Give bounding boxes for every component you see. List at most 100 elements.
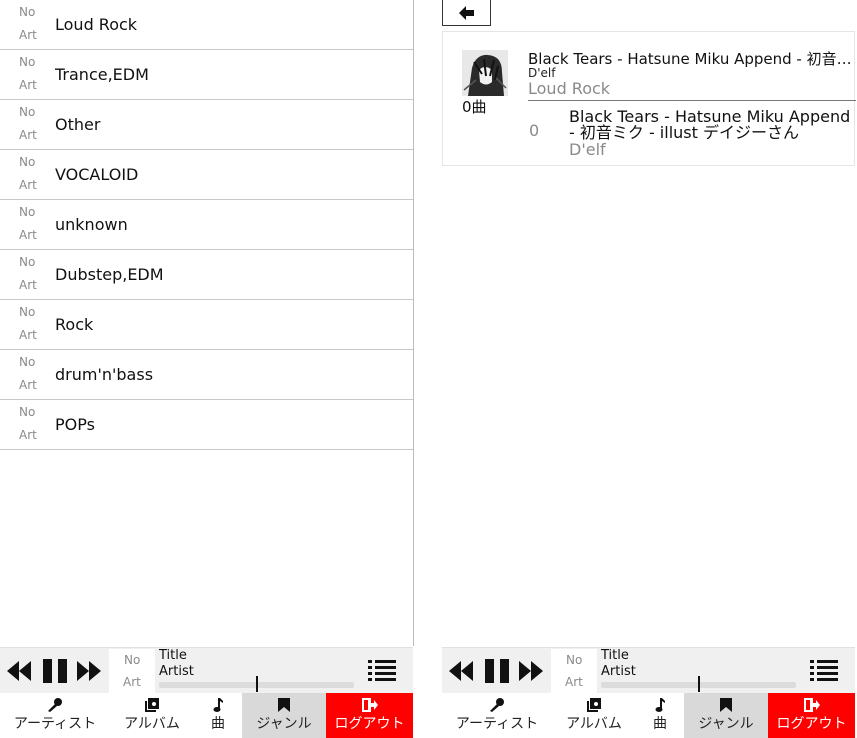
pause-button[interactable] [42, 648, 68, 694]
nav-logout-label: ログアウト [334, 716, 405, 732]
fast-forward-button[interactable] [518, 648, 544, 694]
genre-label: Trance,EDM [55, 65, 149, 84]
no-art-art: Art [19, 78, 37, 92]
genre-row[interactable]: No Art Other [0, 100, 413, 150]
genre-row[interactable]: No Art Rock [0, 300, 413, 350]
bookmark-icon [720, 698, 732, 712]
genre-row[interactable]: No Art Loud Rock [0, 0, 413, 50]
genre-row[interactable]: No Art unknown [0, 200, 413, 250]
nav-genre[interactable]: ジャンル [242, 693, 326, 738]
nav-artist[interactable]: アーティスト [442, 693, 552, 738]
rewind-button[interactable] [6, 648, 32, 694]
no-art-placeholder: No Art [0, 0, 55, 49]
fast-forward-button[interactable] [76, 648, 102, 694]
rewind-icon [449, 661, 473, 681]
music-note-icon [213, 698, 223, 712]
bottom-nav: アーティスト アルバム 曲 ジャンル ログアウト [0, 693, 413, 738]
no-art-no: No [19, 205, 36, 219]
nav-song[interactable]: 曲 [636, 693, 684, 738]
genre-row[interactable]: No Art POPs [0, 400, 413, 450]
no-art-art: Art [19, 178, 37, 192]
no-art-art: Art [19, 128, 37, 142]
player-title: Title [601, 648, 629, 663]
no-art-no: No [19, 255, 36, 269]
nav-song-label: 曲 [211, 716, 225, 732]
rewind-button[interactable] [448, 648, 474, 694]
no-art-placeholder: No Art [0, 50, 55, 99]
genre-label: VOCALOID [55, 165, 139, 184]
no-art-no: No [19, 5, 36, 19]
playlist-button[interactable] [367, 648, 397, 694]
no-art-placeholder: No Art [0, 200, 55, 249]
player-artist: Artist [601, 664, 636, 679]
track-number: 0 [529, 121, 540, 140]
nav-genre-label: ジャンル [698, 716, 754, 732]
nav-logout[interactable]: ログアウト [768, 693, 855, 738]
no-art-placeholder: No Art [0, 400, 55, 449]
genre-row[interactable]: No Art Trance,EDM [0, 50, 413, 100]
album-genre: Loud Rock [528, 79, 611, 98]
nav-genre[interactable]: ジャンル [684, 693, 768, 738]
no-art-art: Art [19, 28, 37, 42]
no-art-art: Art [19, 278, 37, 292]
player-bar: No Art Title Artist [0, 647, 413, 693]
genre-label: Other [55, 115, 101, 134]
genre-row[interactable]: No Art Dubstep,EDM [0, 250, 413, 300]
genre-row[interactable]: No Art drum'n'bass [0, 350, 413, 400]
fast-forward-icon [519, 661, 543, 681]
rewind-icon [7, 661, 31, 681]
microphone-icon [490, 698, 504, 712]
fast-forward-icon [77, 661, 101, 681]
no-art-art: Art [19, 228, 37, 242]
album-divider [528, 100, 856, 101]
genre-label: Dubstep,EDM [55, 265, 164, 284]
microphone-icon [48, 698, 62, 712]
no-art-no: No [19, 105, 36, 119]
no-art-placeholder: No Art [0, 300, 55, 349]
track-title: Black Tears - Hatsune Miku Append - 初音ミク… [569, 107, 851, 142]
nav-artist-label: アーティスト [455, 716, 539, 732]
genre-label: drum'n'bass [55, 365, 154, 384]
pause-button[interactable] [484, 648, 510, 694]
bottom-nav: アーティスト アルバム 曲 ジャンル ログアウト [442, 693, 855, 738]
nav-artist[interactable]: アーティスト [0, 693, 110, 738]
no-art-art: Art [123, 675, 141, 689]
album-card[interactable]: 0曲 Black Tears - Hatsune Miku Append - 初… [442, 31, 857, 166]
nav-logout-label: ログアウト [776, 716, 847, 732]
nav-song[interactable]: 曲 [194, 693, 242, 738]
playlist-button[interactable] [809, 648, 839, 694]
music-note-icon [655, 698, 665, 712]
track-artist: D'elf [569, 140, 606, 159]
no-art-placeholder: No Art [0, 250, 55, 299]
no-art-art: Art [565, 675, 583, 689]
nav-album[interactable]: アルバム [552, 693, 636, 738]
no-art-art: Art [19, 428, 37, 442]
album-icon [587, 698, 601, 712]
logout-icon [361, 698, 378, 712]
pause-icon [43, 659, 67, 683]
album-cover [462, 50, 508, 96]
seek-handle[interactable] [256, 676, 258, 692]
no-art-placeholder: No Art [0, 350, 55, 399]
no-art-no: No [124, 653, 141, 667]
player-artist: Artist [159, 664, 194, 679]
no-art-art: Art [19, 328, 37, 342]
no-art-no: No [19, 405, 36, 419]
playlist-icon [368, 660, 396, 681]
no-art-no: No [566, 653, 583, 667]
genre-label: Rock [55, 315, 94, 334]
seek-handle[interactable] [698, 676, 700, 692]
nav-album[interactable]: アルバム [110, 693, 194, 738]
player-title: Title [159, 648, 187, 663]
player-no-art: No Art [551, 649, 597, 693]
no-art-art: Art [19, 378, 37, 392]
player-bar: No Art Title Artist [442, 647, 855, 693]
genre-label: unknown [55, 215, 128, 234]
nav-album-label: アルバム [566, 716, 622, 732]
arrow-left-icon [459, 6, 474, 20]
playlist-icon [810, 660, 838, 681]
album-title: Black Tears - Hatsune Miku Append - 初音ミク… [528, 50, 857, 68]
back-button[interactable] [442, 0, 491, 26]
nav-logout[interactable]: ログアウト [326, 693, 413, 738]
genre-row[interactable]: No Art VOCALOID [0, 150, 413, 200]
